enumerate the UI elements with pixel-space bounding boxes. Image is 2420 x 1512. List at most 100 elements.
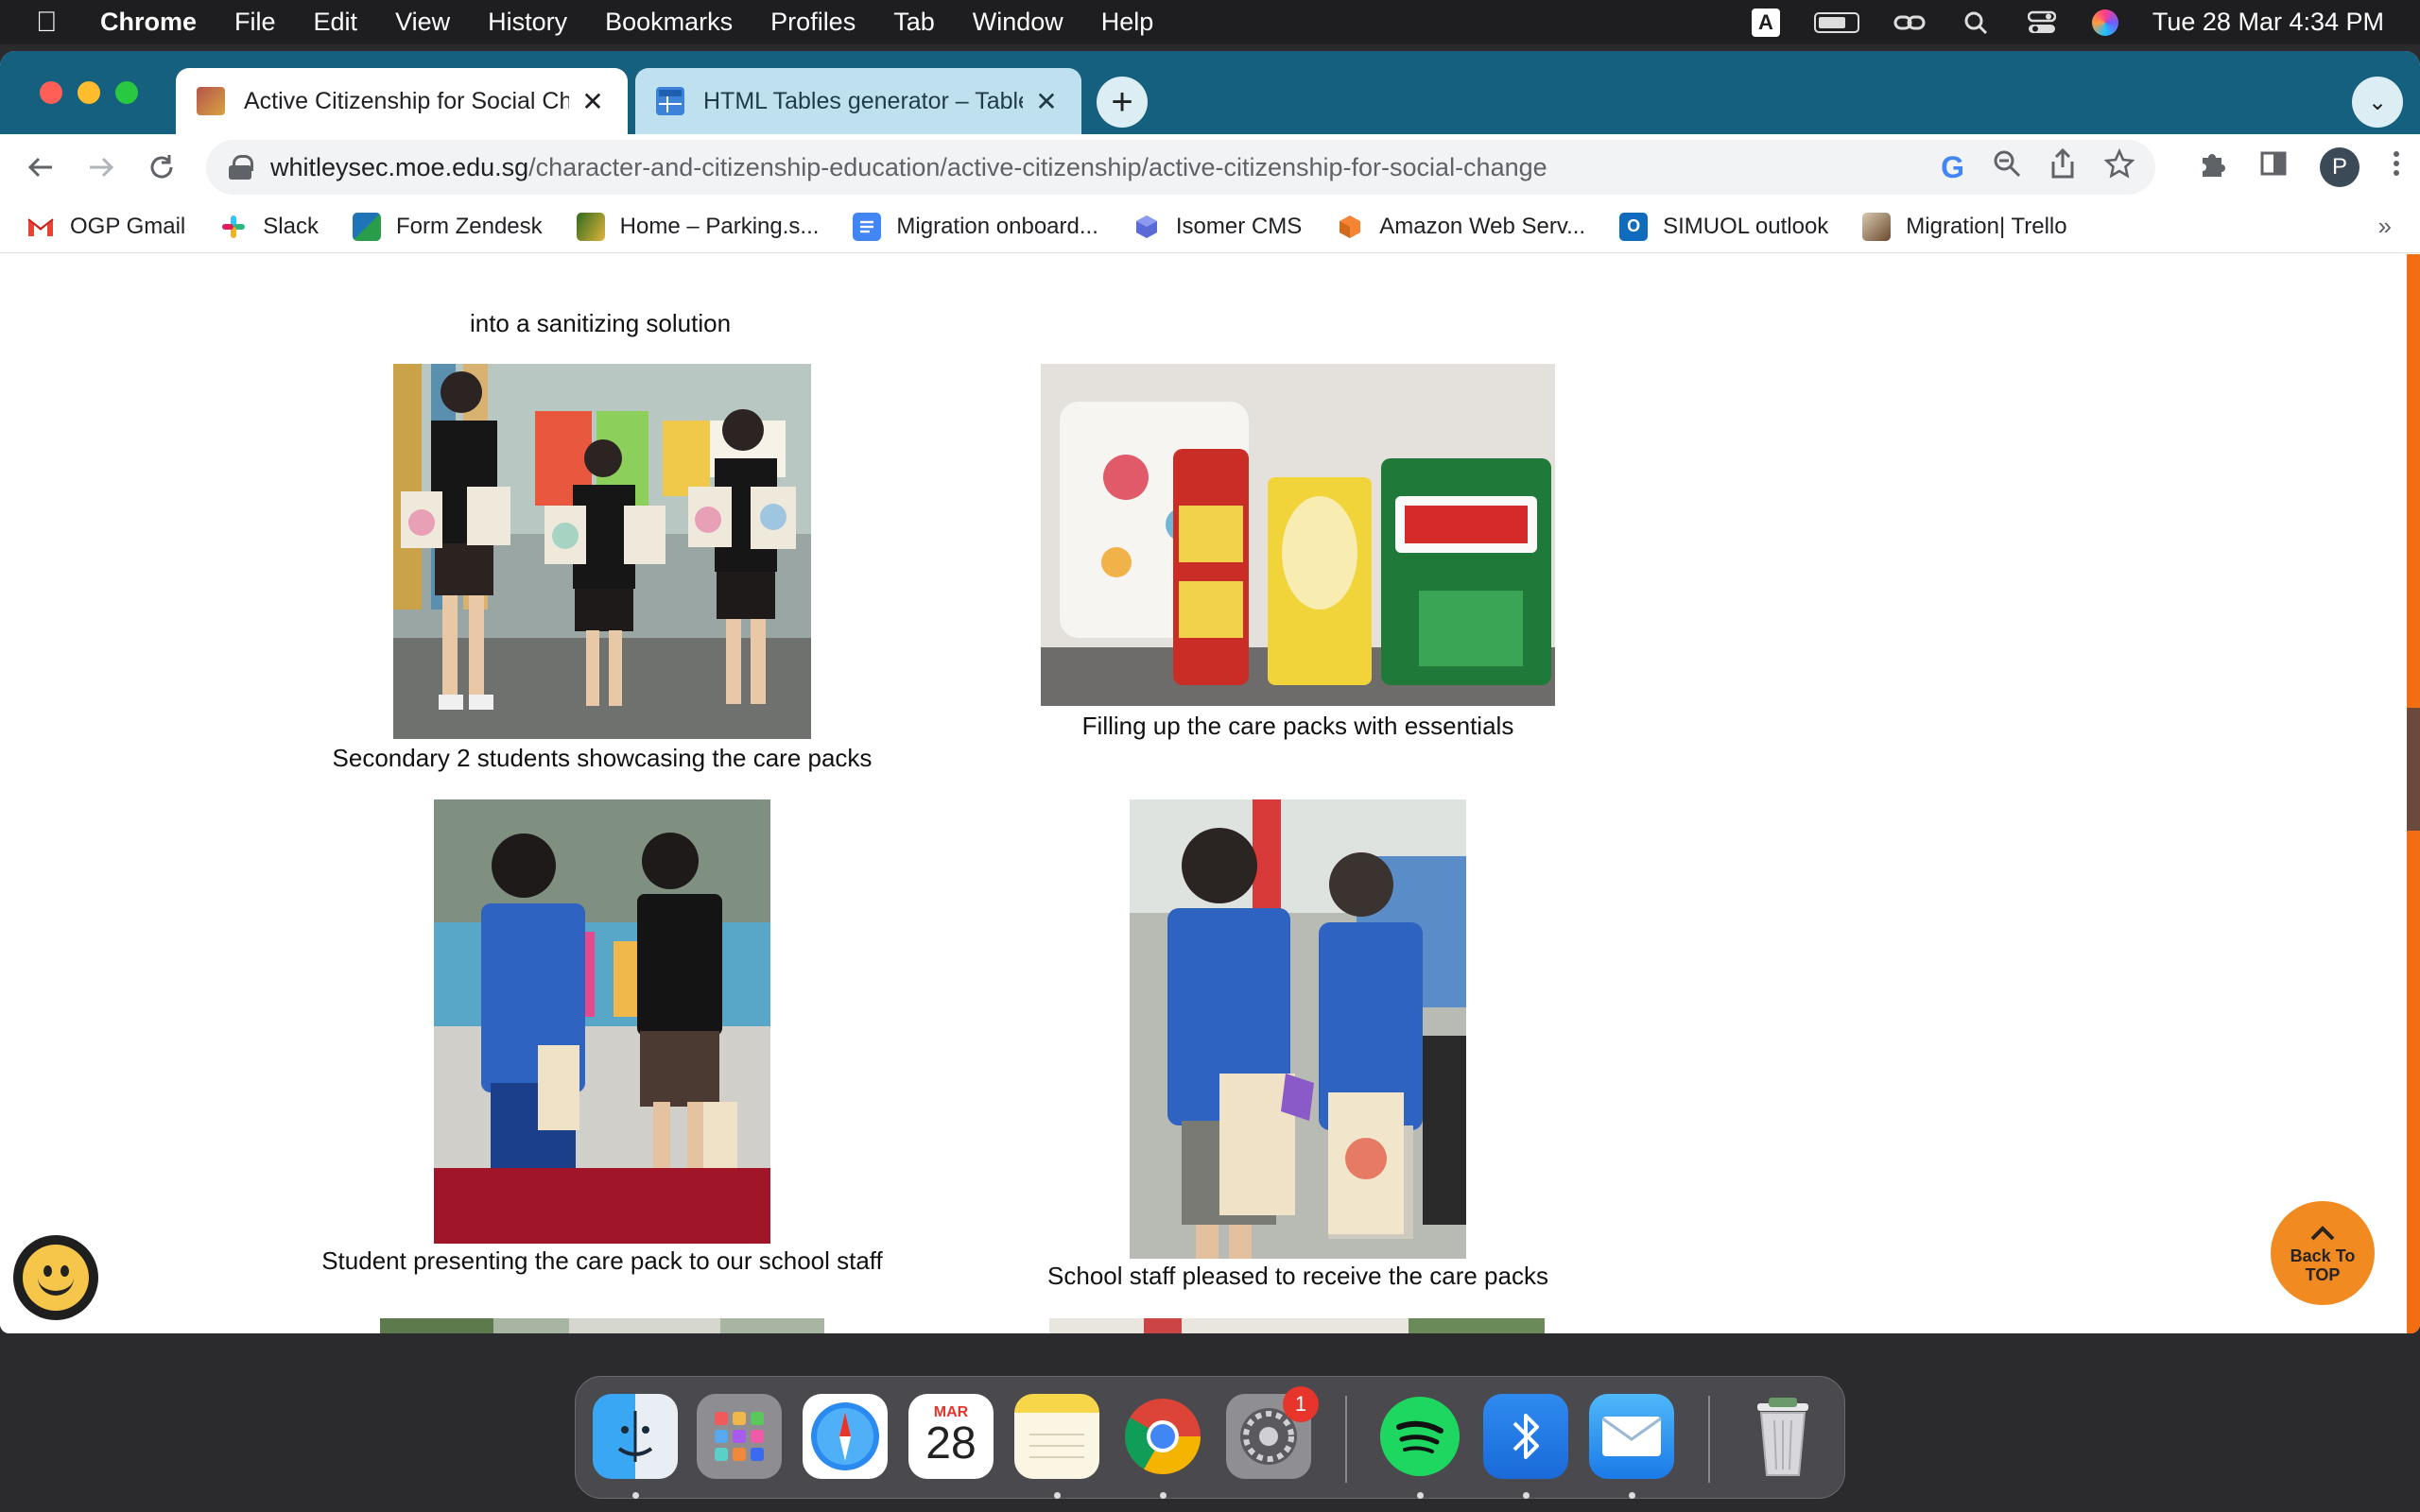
mail-icon[interactable] xyxy=(1589,1394,1674,1479)
spotify-icon[interactable] xyxy=(1377,1394,1462,1479)
url-path: /character-and-citizenship-education/act… xyxy=(528,152,1547,181)
bookmark-amazon-web-services[interactable]: Amazon Web Serv... xyxy=(1336,212,1586,241)
menu-bar:  Chrome File Edit View History Bookmark… xyxy=(0,0,2420,44)
reload-icon[interactable] xyxy=(138,144,185,191)
more-menu-icon[interactable] xyxy=(2392,148,2401,186)
menu-app-name[interactable]: Chrome xyxy=(100,8,197,37)
photo-student-presenting xyxy=(434,799,770,1244)
gmail-icon xyxy=(26,212,55,241)
browser-window: Active Citizenship for Social Change ✕ H… xyxy=(0,51,2420,1333)
bookmark-form-zendesk[interactable]: Form Zendesk xyxy=(352,212,543,241)
school-crest-icon xyxy=(197,87,225,115)
menu-profiles[interactable]: Profiles xyxy=(770,8,856,37)
photo-caption: School staff pleased to receive the care… xyxy=(1047,1262,1548,1290)
calendar-day: 28 xyxy=(925,1418,977,1469)
menu-help[interactable]: Help xyxy=(1101,8,1154,37)
photo-caption: Secondary 2 students showcasing the care… xyxy=(332,744,873,772)
zoom-window-button[interactable] xyxy=(115,81,138,104)
bookmark-label: OGP Gmail xyxy=(70,213,186,239)
close-tab-icon[interactable]: ✕ xyxy=(1032,86,1061,117)
notification-badge: 1 xyxy=(1283,1386,1319,1422)
bookmark-home-parking[interactable]: Home – Parking.s... xyxy=(576,212,819,241)
back-icon[interactable] xyxy=(17,144,64,191)
bluetooth-icon[interactable] xyxy=(1483,1394,1568,1479)
clock[interactable]: Tue 28 Mar 4:34 PM xyxy=(2152,8,2384,37)
web-page: into a sanitizing solution Secondary 2 s… xyxy=(0,254,2420,1333)
browser-toolbar: whitleysec.moe.edu.sg/character-and-citi… xyxy=(0,134,2420,200)
profile-avatar[interactable]: P xyxy=(2320,147,2360,187)
chrome-icon[interactable] xyxy=(1120,1394,1205,1479)
apple-menu-icon[interactable]:  xyxy=(36,7,74,39)
aws-icon xyxy=(1336,212,1365,241)
menu-view[interactable]: View xyxy=(395,8,450,37)
spotlight-search-icon[interactable] xyxy=(1960,10,1992,35)
menu-bookmarks[interactable]: Bookmarks xyxy=(605,8,733,37)
trello-icon xyxy=(1862,212,1892,241)
input-source-icon[interactable]: A xyxy=(1751,8,1780,37)
new-tab-button[interactable]: + xyxy=(1097,77,1148,128)
launchpad-icon[interactable] xyxy=(697,1394,782,1479)
bookmark-simuol-outlook[interactable]: O SIMUOL outlook xyxy=(1619,212,1829,241)
address-bar[interactable]: whitleysec.moe.edu.sg/character-and-citi… xyxy=(206,140,2155,195)
share-icon[interactable] xyxy=(2049,147,2076,186)
parking-icon xyxy=(576,212,605,241)
back-to-top-button[interactable]: Back To TOP xyxy=(2271,1201,2375,1305)
menu-edit[interactable]: Edit xyxy=(314,8,358,37)
menu-history[interactable]: History xyxy=(488,8,567,37)
bookmark-label: Form Zendesk xyxy=(395,213,543,239)
bookmark-ogp-gmail[interactable]: OGP Gmail xyxy=(26,212,186,241)
menu-tab[interactable]: Tab xyxy=(893,8,935,37)
chevron-up-icon xyxy=(2308,1222,2337,1246)
link-icon[interactable] xyxy=(1893,10,1926,35)
bookmark-migration-trello[interactable]: Migration| Trello xyxy=(1862,212,2067,241)
photo-partial-left xyxy=(380,1318,824,1333)
status-area: A Tue 28 Mar 4:34 PM xyxy=(1751,0,2384,44)
extensions-puzzle-icon[interactable] xyxy=(2197,148,2227,186)
tab-active-citizenship[interactable]: Active Citizenship for Social Change ✕ xyxy=(176,68,628,134)
notes-icon[interactable] xyxy=(1014,1394,1099,1479)
safari-icon[interactable] xyxy=(803,1394,888,1479)
forward-icon[interactable] xyxy=(78,144,125,191)
bookmark-label: Amazon Web Serv... xyxy=(1379,213,1586,239)
side-panel-icon[interactable] xyxy=(2259,149,2288,185)
zoom-icon[interactable] xyxy=(1993,149,2021,185)
isomer-icon xyxy=(1132,212,1161,241)
system-settings-icon[interactable]: 1 xyxy=(1226,1386,1319,1479)
bookmark-slack[interactable]: Slack xyxy=(219,212,319,241)
smiley-face-icon xyxy=(23,1245,89,1311)
close-window-button[interactable] xyxy=(40,81,62,104)
photo-caption: Filling up the care packs with essential… xyxy=(1081,712,1514,740)
toolbar-right: P xyxy=(2197,144,2401,191)
menu-file[interactable]: File xyxy=(234,8,276,37)
back-to-top-label-top: TOP xyxy=(2305,1265,2341,1284)
zendesk-icon xyxy=(352,212,381,241)
bookmarks-overflow-icon[interactable]: » xyxy=(2378,212,2392,241)
bookmark-star-icon[interactable] xyxy=(2103,147,2135,186)
close-tab-icon[interactable]: ✕ xyxy=(579,86,607,117)
siri-icon[interactable] xyxy=(2091,9,2118,36)
menu-window[interactable]: Window xyxy=(973,8,1063,37)
bookmark-label: SIMUOL outlook xyxy=(1663,213,1829,239)
google-lens-icon[interactable]: G xyxy=(1941,150,1964,185)
feedback-smiley-button[interactable] xyxy=(13,1235,98,1320)
control-center-icon[interactable] xyxy=(2026,10,2058,35)
battery-icon[interactable] xyxy=(1813,11,1859,33)
finder-icon[interactable] xyxy=(593,1394,678,1479)
tab-search-button[interactable]: ⌄ xyxy=(2352,77,2403,128)
slack-icon xyxy=(219,212,249,241)
lock-icon[interactable] xyxy=(229,155,253,180)
trash-icon[interactable] xyxy=(1740,1394,1825,1479)
tab-tables-generator[interactable]: HTML Tables generator – TablesGenerator.… xyxy=(635,68,1081,134)
bookmark-label: Slack xyxy=(263,213,319,239)
bookmark-isomer-cms[interactable]: Isomer CMS xyxy=(1132,212,1303,241)
bookmarks-bar: OGP Gmail Slack Form Zendesk Home – Park… xyxy=(0,200,2420,253)
calendar-icon[interactable]: MAR 28 xyxy=(908,1394,994,1479)
tab-title: Active Citizenship for Social Change xyxy=(244,87,569,114)
url-domain: whitleysec.moe.edu.sg xyxy=(270,152,529,181)
scrollbar-thumb[interactable] xyxy=(2407,708,2420,831)
photo-partial-right xyxy=(1049,1318,1545,1333)
minimize-window-button[interactable] xyxy=(78,81,100,104)
bookmark-migration-onboard[interactable]: Migration onboard... xyxy=(853,212,1098,241)
bookmark-label: Isomer CMS xyxy=(1175,213,1303,239)
dock: MAR 28 1 xyxy=(575,1376,1845,1499)
